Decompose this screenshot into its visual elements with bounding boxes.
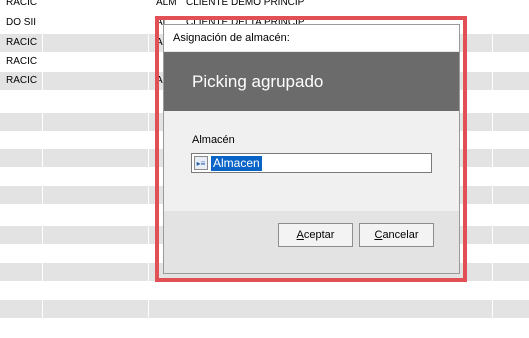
table-cell: CLIENTE DEMO PRINCIP <box>186 0 305 8</box>
column-divider <box>492 226 493 244</box>
dialog-footer: Aceptar Cancelar <box>164 211 459 273</box>
warehouse-field-value[interactable]: Almacen <box>211 155 262 171</box>
warehouse-field[interactable]: ▸≡ Almacen <box>191 153 432 173</box>
accept-label: ceptar <box>303 229 335 241</box>
column-divider <box>42 186 43 204</box>
column-divider <box>492 300 493 318</box>
column-divider <box>492 263 493 281</box>
column-divider <box>492 186 493 204</box>
dialog-titlebar[interactable]: Asignación de almacén: <box>164 25 459 52</box>
accept-hotkey: A <box>296 229 304 241</box>
column-divider <box>42 113 43 131</box>
accept-button[interactable]: Aceptar <box>278 223 353 247</box>
warehouse-assignment-dialog: Asignación de almacén: Picking agrupado … <box>163 24 460 274</box>
column-divider <box>148 186 149 204</box>
dialog-body: Almacén ▸≡ Almacen <box>164 111 459 212</box>
dialog-title: Asignación de almacén: <box>173 32 290 44</box>
column-divider <box>148 149 149 167</box>
column-divider <box>492 113 493 131</box>
column-divider <box>492 34 493 52</box>
cancel-label: ancelar <box>382 229 419 241</box>
cancel-button[interactable]: Cancelar <box>359 223 434 247</box>
column-divider <box>148 72 149 90</box>
column-divider <box>42 72 43 90</box>
table-row[interactable]: RACIC ALM CLIENTE DEMO PRINCIP <box>0 0 529 12</box>
table-cell: ALM <box>156 0 177 8</box>
column-divider <box>492 72 493 90</box>
dialog-header: Picking agrupado <box>164 52 459 111</box>
table-row[interactable] <box>0 300 529 318</box>
lookup-icon[interactable]: ▸≡ <box>194 156 208 170</box>
column-divider <box>148 34 149 52</box>
column-divider <box>148 226 149 244</box>
column-divider <box>42 34 43 52</box>
column-divider <box>492 149 493 167</box>
table-cell: RACIĆ <box>6 56 38 67</box>
warehouse-field-label: Almacén <box>192 134 235 146</box>
table-cell: DO SII <box>6 17 37 28</box>
column-divider <box>148 263 149 281</box>
column-divider <box>42 300 43 318</box>
cancel-hotkey: C <box>374 229 383 241</box>
column-divider <box>42 226 43 244</box>
column-divider <box>42 263 43 281</box>
column-divider <box>42 149 43 167</box>
table-cell: RACIĆ <box>6 37 38 48</box>
table-cell: RACIC <box>6 0 38 8</box>
table-cell: RACIĆ <box>6 75 38 86</box>
dialog-heading: Picking agrupado <box>192 71 324 91</box>
column-divider <box>148 113 149 131</box>
column-divider <box>148 300 149 318</box>
